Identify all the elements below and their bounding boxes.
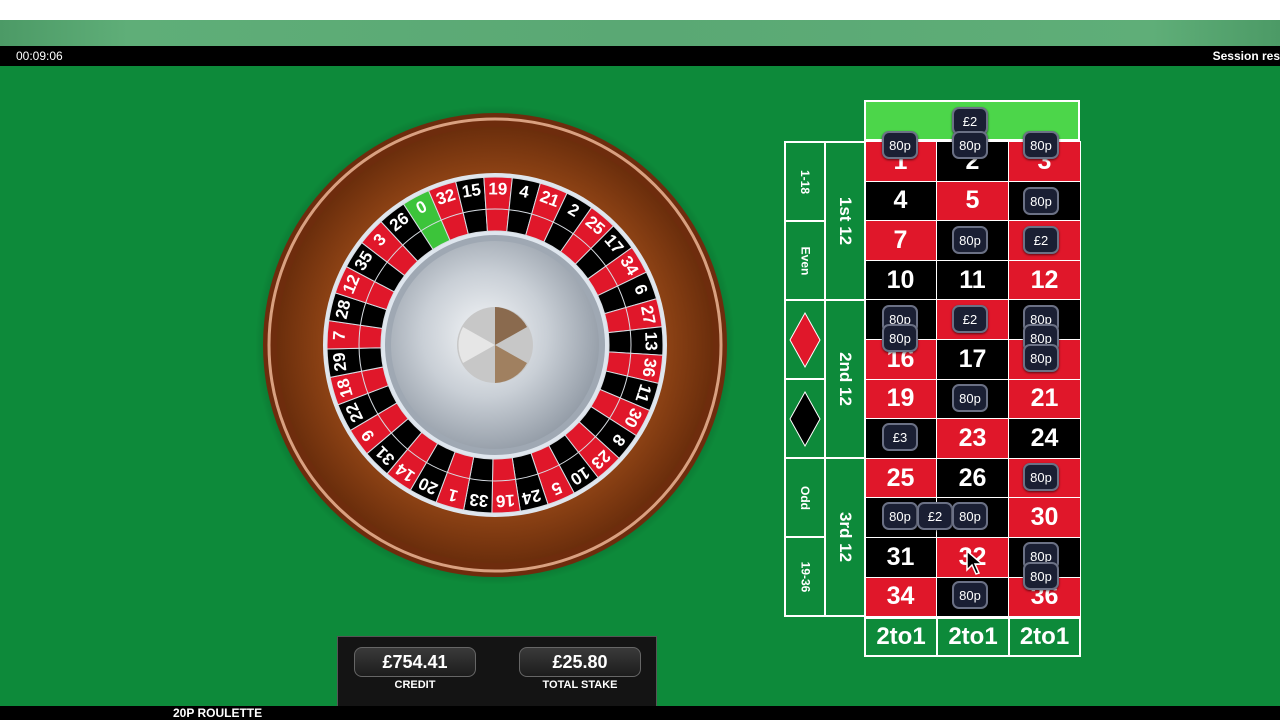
wheel-number-27: 27: [637, 304, 659, 326]
total-stake-label: TOTAL STAKE: [542, 679, 618, 691]
bet-chip[interactable]: 80p: [882, 324, 918, 352]
bet-chip[interactable]: 80p: [952, 131, 988, 159]
mouse-pointer-icon: [966, 550, 985, 575]
bet-chip[interactable]: £2: [952, 305, 988, 333]
number-cell-26[interactable]: 26: [936, 457, 1009, 499]
dozen-1st-12-label: 1st 12: [836, 196, 856, 246]
wheel-number-19: 19: [488, 179, 507, 198]
number-cell-24[interactable]: 24: [1008, 418, 1081, 459]
bet-even-label: Even: [798, 246, 812, 275]
dozen-2nd-12-label: 2nd 12: [836, 352, 856, 406]
number-cell-19[interactable]: 19: [864, 378, 937, 420]
balance-panel: £754.41 CREDIT £25.80 TOTAL STAKE: [337, 636, 657, 706]
session-timer: 00:09:06: [16, 49, 63, 63]
wheel-number-16: 16: [495, 491, 515, 511]
number-cell-34[interactable]: 34: [864, 576, 937, 618]
number-cell-17[interactable]: 17: [936, 339, 1009, 380]
credit-value: £754.41: [354, 647, 476, 677]
column-bet-1[interactable]: 2to1: [864, 617, 938, 657]
bet-19-36-label: 19-36: [797, 561, 812, 592]
number-cell-11[interactable]: 11: [936, 259, 1009, 301]
bet-chip[interactable]: 80p: [1023, 187, 1059, 215]
wheel-number-7: 7: [330, 330, 350, 341]
bet-chip[interactable]: £2: [1023, 226, 1059, 254]
number-cell-7[interactable]: 7: [864, 220, 937, 261]
top-margin: [0, 0, 1280, 20]
wheel-graphic: 0 32 15 19 4 21 225173462713361130823105241633…: [255, 105, 735, 585]
number-cell-25[interactable]: 25: [864, 457, 937, 499]
bet-black[interactable]: [784, 378, 826, 459]
game-title: 20P ROULETTE: [173, 706, 263, 720]
number-cell-4[interactable]: 4: [864, 180, 937, 222]
red-diamond-icon: [789, 311, 821, 368]
number-cell-31[interactable]: 31: [864, 537, 937, 578]
bet-chip[interactable]: 80p: [1023, 562, 1059, 590]
header-felt: [0, 20, 1280, 46]
bet-19-36[interactable]: 19-36: [784, 536, 826, 617]
bet-1-18-label: 1-18: [798, 169, 812, 194]
status-bar: 00:09:06 Session res: [0, 46, 1280, 66]
bet-chip[interactable]: 80p: [882, 131, 918, 159]
dozen-2nd-12[interactable]: 2nd 12: [824, 299, 866, 459]
bet-chip[interactable]: 80p: [952, 226, 988, 254]
bet-odd[interactable]: Odd: [784, 457, 826, 538]
number-cell-21[interactable]: 21: [1008, 378, 1081, 420]
wheel-number-36: 36: [639, 357, 661, 378]
black-diamond-icon: [789, 390, 821, 447]
bet-1-18[interactable]: 1-18: [784, 141, 826, 222]
wheel-number-29: 29: [329, 352, 350, 373]
dozen-3rd-12-label: 3rd 12: [836, 511, 855, 563]
bet-chip[interactable]: 80p: [952, 502, 988, 530]
dozen-3rd-12[interactable]: 3rd 12: [824, 457, 866, 617]
number-cell-30[interactable]: 30: [1008, 497, 1081, 538]
footer-bar: 20P ROULETTE: [0, 706, 1280, 720]
column-bet-2[interactable]: 2to1: [936, 617, 1010, 657]
bet-chip[interactable]: £2: [917, 502, 953, 530]
wheel-number-13: 13: [641, 332, 660, 351]
column-bet-3[interactable]: 2to1: [1008, 617, 1081, 657]
number-cell-23[interactable]: 23: [936, 418, 1009, 459]
bet-odd-label: Odd: [798, 485, 812, 510]
number-cell-12[interactable]: 12: [1008, 259, 1081, 301]
number-cell-10[interactable]: 10: [864, 259, 937, 301]
credit-label: CREDIT: [394, 679, 436, 691]
dozen-1st-12[interactable]: 1st 12: [824, 141, 866, 301]
bet-chip[interactable]: £3: [882, 423, 918, 451]
wheel-number-15: 15: [461, 180, 483, 202]
bet-chip[interactable]: 80p: [1023, 131, 1059, 159]
bet-even[interactable]: Even: [784, 220, 826, 301]
bet-chip[interactable]: 80p: [1023, 344, 1059, 372]
session-link[interactable]: Session res: [1213, 49, 1280, 63]
wheel-turret: [457, 307, 533, 383]
roulette-wheel: 0 32 15 19 4 21 2 25 17 34 6 27 13 36 11 30 8 23 10 5 24 16 33…: [255, 105, 735, 585]
bet-chip[interactable]: 80p: [952, 384, 988, 412]
bet-chip[interactable]: 80p: [882, 502, 918, 530]
number-cell-5[interactable]: 5: [936, 180, 1009, 222]
bet-chip[interactable]: 80p: [1023, 463, 1059, 491]
total-stake-value: £25.80: [519, 647, 641, 677]
bet-red[interactable]: [784, 299, 826, 380]
bet-chip[interactable]: 80p: [952, 581, 988, 609]
wheel-number-33: 33: [469, 490, 490, 511]
